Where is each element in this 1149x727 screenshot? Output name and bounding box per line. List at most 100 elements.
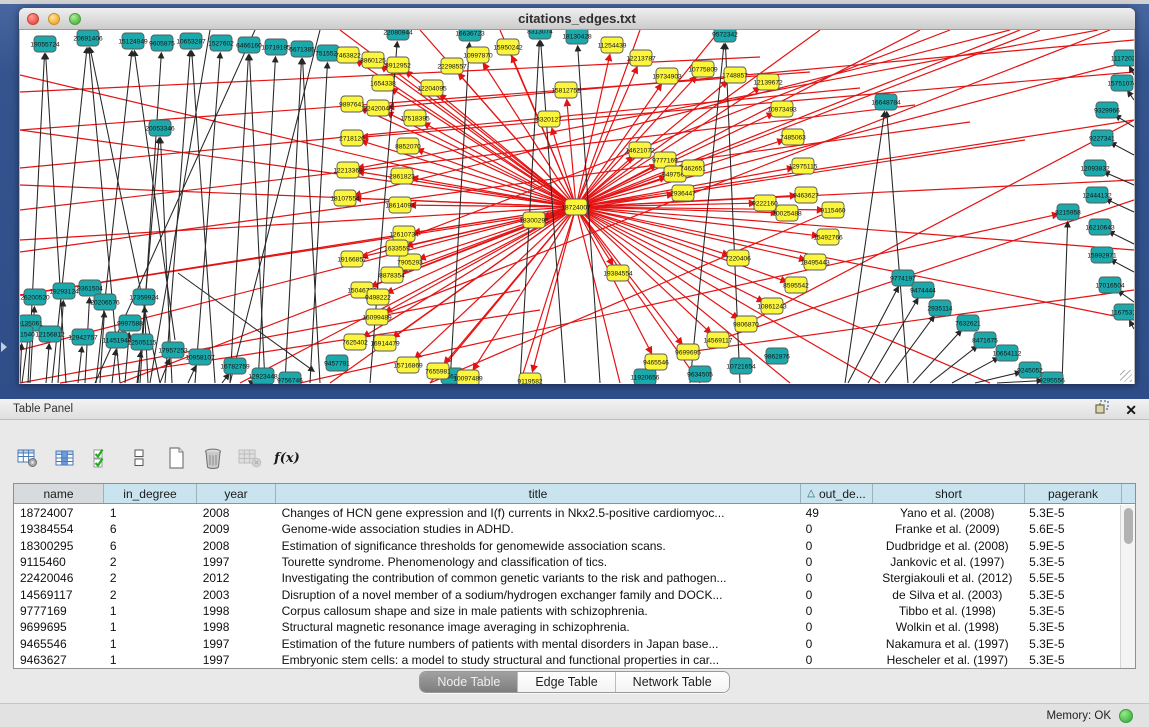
graph-node[interactable]: 9498222 xyxy=(365,289,391,305)
graph-edge[interactable] xyxy=(576,55,610,207)
graph-edge[interactable] xyxy=(195,53,220,383)
delete-attributes-button[interactable] xyxy=(200,446,226,470)
graph-edge[interactable] xyxy=(258,57,275,383)
graph-edge[interactable] xyxy=(285,59,301,383)
table-cell[interactable]: 0 xyxy=(800,522,872,536)
graph-node[interactable]: 20206576 xyxy=(90,294,120,310)
graph-node[interactable]: 8852070 xyxy=(395,138,421,154)
table-cell[interactable]: Yano et al. (2008) xyxy=(871,506,1023,520)
graph-node[interactable]: 8320127 xyxy=(536,111,562,127)
graph-edge[interactable] xyxy=(160,359,169,383)
table-cell[interactable]: Estimation of significance thresholds fo… xyxy=(276,539,800,553)
table-cell[interactable]: 6 xyxy=(104,539,197,553)
graph-node[interactable]: 9806870 xyxy=(733,316,759,332)
graph-edge[interactable] xyxy=(848,287,898,383)
table-cell[interactable]: 5.3E-5 xyxy=(1023,653,1120,667)
graph-node[interactable]: 8878354 xyxy=(379,267,405,283)
table-cell[interactable]: 1997 xyxy=(197,637,276,651)
graph-node[interactable]: 22080944 xyxy=(383,30,413,40)
graph-node[interactable]: 16914479 xyxy=(370,335,400,351)
table-cell[interactable]: 19384554 xyxy=(14,522,104,536)
table-row[interactable]: 1830029562008Estimation of significance … xyxy=(14,538,1120,554)
graph-node[interactable]: 6466160 xyxy=(236,37,262,53)
graph-node[interactable]: 8471675 xyxy=(972,332,998,348)
graph-edge[interactable] xyxy=(1111,260,1134,272)
table-cell[interactable]: Genome-wide association studies in ADHD. xyxy=(276,522,800,536)
graph-edge[interactable] xyxy=(887,112,908,383)
graph-node[interactable]: 19055724 xyxy=(30,36,60,52)
graph-node[interactable]: 11172022 xyxy=(1111,50,1134,66)
graph-node[interactable]: 15812751 xyxy=(551,82,581,98)
table-cell[interactable]: de Silva et al. (2003) xyxy=(871,588,1023,602)
table-cell[interactable]: Franke et al. (2009) xyxy=(871,522,1023,536)
close-panel-icon[interactable]: ✕ xyxy=(1125,403,1137,417)
table-cell[interactable]: 0 xyxy=(800,653,872,667)
graph-node[interactable]: 10721654 xyxy=(726,358,756,374)
table-scrollbar[interactable] xyxy=(1120,505,1135,668)
graph-node[interactable]: 12505115 xyxy=(128,334,157,350)
table-cell[interactable]: Corpus callosum shape and size in male p… xyxy=(276,604,800,618)
table-cell[interactable]: 5.6E-5 xyxy=(1023,522,1120,536)
graph-node[interactable]: 7220406 xyxy=(725,250,751,266)
graph-node[interactable]: 8912952 xyxy=(385,57,411,73)
graph-node[interactable]: 18300295 xyxy=(519,212,549,228)
table-cell[interactable]: Structural magnetic resonance image aver… xyxy=(276,620,800,634)
graph-node[interactable]: 2861823 xyxy=(389,168,415,184)
select-columns-button[interactable] xyxy=(89,446,115,470)
graph-node[interactable]: 14569117 xyxy=(704,332,733,348)
graph-edge[interactable] xyxy=(165,51,190,383)
graph-edge[interactable] xyxy=(222,374,229,383)
table-cell[interactable]: 5.3E-5 xyxy=(1023,555,1120,569)
table-cell[interactable]: 18300295 xyxy=(14,539,104,553)
graph-node[interactable]: 7485063 xyxy=(780,129,806,145)
scrollbar-thumb[interactable] xyxy=(1124,508,1133,544)
table-cell[interactable]: Estimation of the future numbers of pati… xyxy=(276,637,800,651)
graph-node[interactable]: 16648784 xyxy=(871,94,901,110)
graph-node[interactable]: 15124949 xyxy=(118,33,148,49)
graph-edge[interactable] xyxy=(112,350,116,383)
table-cell[interactable]: 2 xyxy=(104,555,197,569)
graph-node[interactable]: 18130428 xyxy=(562,30,592,44)
graph-node[interactable]: 9997588 xyxy=(117,315,143,331)
graph-edge[interactable] xyxy=(1130,67,1134,75)
graph-node[interactable]: 9897641 xyxy=(339,96,365,112)
graph-node[interactable]: 10997870 xyxy=(463,47,493,63)
network-canvas[interactable]: 1905572420691406151249499605875106532871… xyxy=(19,30,1135,384)
graph-node[interactable]: 12923448 xyxy=(248,368,278,384)
table-cell[interactable]: 9463627 xyxy=(14,653,104,667)
graph-node[interactable]: 19293124 xyxy=(49,283,79,299)
graph-node[interactable]: 16099489 xyxy=(362,309,392,325)
tab-node-table[interactable]: Node Table xyxy=(420,672,518,692)
table-cell[interactable]: 5.5E-5 xyxy=(1023,571,1120,585)
graph-node[interactable]: 16210643 xyxy=(1085,219,1115,235)
graph-node[interactable]: 10973493 xyxy=(767,101,797,117)
table-cell[interactable]: 5.9E-5 xyxy=(1023,539,1120,553)
graph-edge[interactable] xyxy=(78,347,82,383)
zoom-window-button[interactable] xyxy=(69,13,81,25)
table-settings-button[interactable] xyxy=(15,446,41,470)
graph-node[interactable]: 17518395 xyxy=(400,110,430,126)
graph-node[interactable]: 8860125 xyxy=(360,52,386,68)
graph-node[interactable]: 18495443 xyxy=(800,254,830,270)
minimize-window-button[interactable] xyxy=(48,13,60,25)
table-row[interactable]: 1938455462009Genome-wide association stu… xyxy=(14,521,1120,537)
graph-node[interactable]: 9295556 xyxy=(1039,372,1065,384)
tab-edge-table[interactable]: Edge Table xyxy=(518,672,615,692)
delete-table-button[interactable] xyxy=(237,446,263,470)
table-cell[interactable]: Hescheler et al. (1997) xyxy=(871,653,1023,667)
graph-node[interactable]: 15950242 xyxy=(493,39,523,55)
table-cell[interactable]: 9115460 xyxy=(14,555,104,569)
table-cell[interactable]: 1 xyxy=(104,506,197,520)
table-cell[interactable]: 5.3E-5 xyxy=(1023,620,1120,634)
graph-edge[interactable] xyxy=(913,330,961,383)
graph-node[interactable]: 1527602 xyxy=(208,35,234,51)
graph-node[interactable]: 9699695 xyxy=(675,344,701,360)
table-cell[interactable]: 0 xyxy=(800,588,872,602)
graph-node[interactable]: 9119582 xyxy=(517,373,543,384)
graph-node[interactable]: 18614093 xyxy=(385,197,415,213)
graph-node[interactable]: 11254439 xyxy=(598,37,627,53)
table-row[interactable]: 1456911722003Disruption of a novel membe… xyxy=(14,586,1120,602)
table-cell[interactable]: Changes of HCN gene expression and I(f) … xyxy=(276,506,800,520)
graph-node[interactable]: 10958107 xyxy=(185,349,215,365)
table-cell[interactable]: 2009 xyxy=(197,522,276,536)
